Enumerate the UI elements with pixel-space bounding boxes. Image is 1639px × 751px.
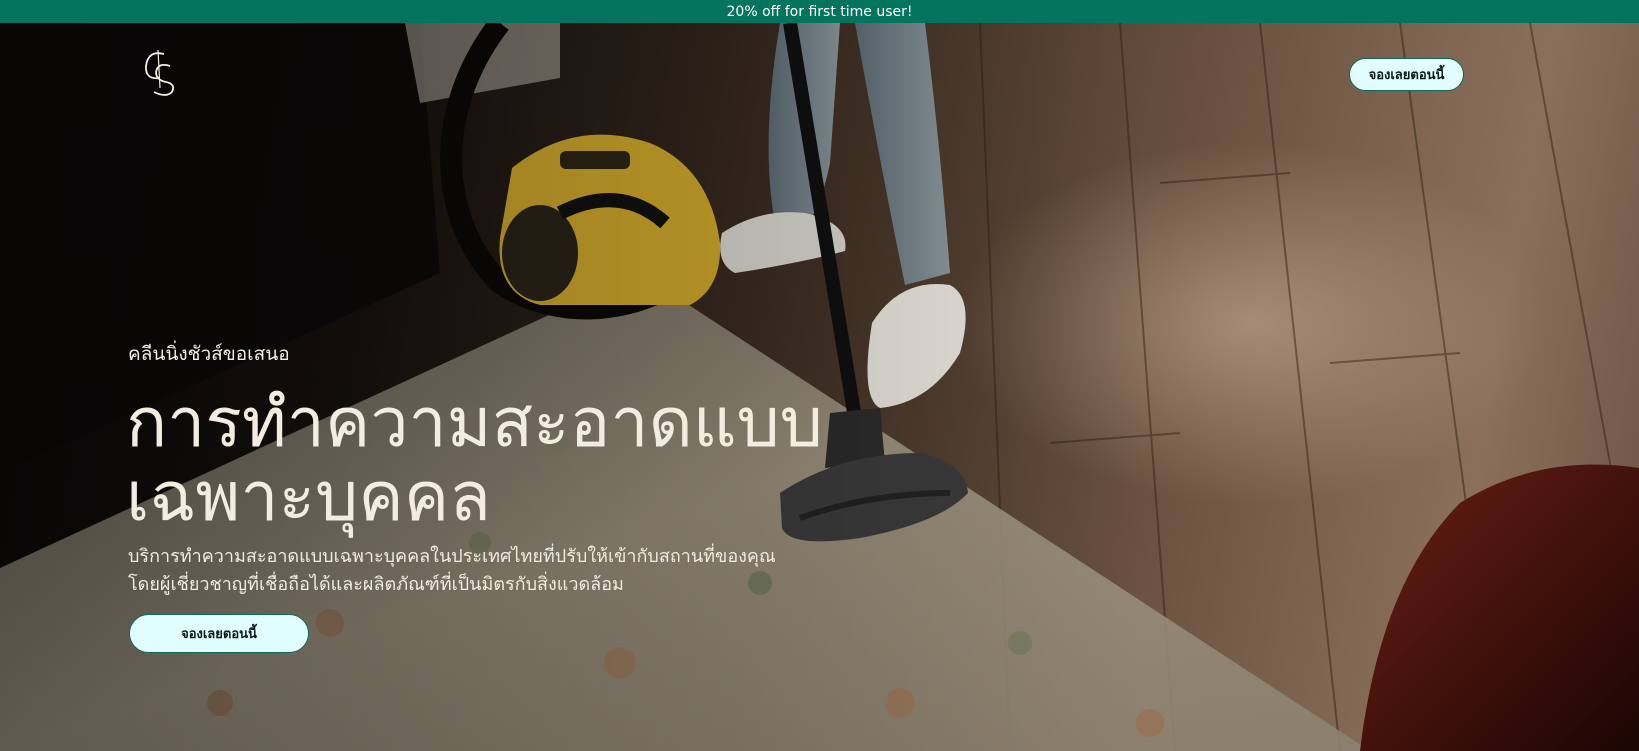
- hero-title: การทำความสะอาดแบบ เฉพาะบุคคล: [126, 386, 846, 534]
- promo-bar: 20% off for first time user!: [0, 0, 1639, 23]
- hero-title-line2: เฉพาะบุคคล: [126, 459, 491, 535]
- hero-description: บริการทำความสะอาดแบบเฉพาะบุคคลในประเทศไท…: [128, 543, 808, 599]
- cs-monogram-logo-icon[interactable]: [138, 48, 180, 98]
- landing-page: 20% off for first time user! จองเลยตอนนี…: [0, 0, 1639, 751]
- promo-text: 20% off for first time user!: [726, 3, 913, 20]
- header-book-now-button[interactable]: จองเลยตอนนี้: [1349, 58, 1464, 91]
- hero-description-line1: บริการทำความสะอาดแบบเฉพาะบุคคลในประเทศไท…: [128, 546, 776, 567]
- hero-book-now-button[interactable]: จองเลยตอนนี้: [129, 614, 309, 653]
- hero-eyebrow: คลีนนิ่งชัวส์ขอเสนอ: [128, 343, 290, 365]
- hero-title-line1: การทำความสะอาดแบบ: [126, 385, 823, 461]
- hero-description-line2: โดยผู้เชี่ยวชาญที่เชื่อถือได้และผลิตภัณฑ…: [128, 574, 624, 595]
